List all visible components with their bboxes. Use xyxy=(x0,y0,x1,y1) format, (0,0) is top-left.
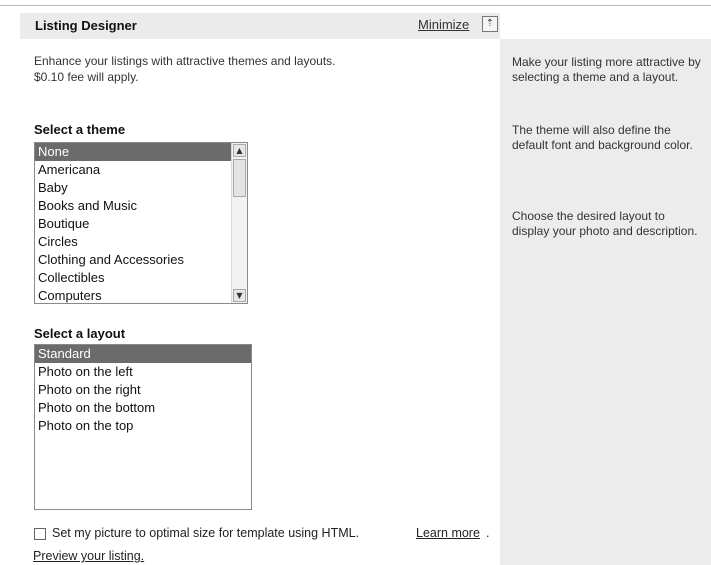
help-layout: Choose the desired layout to display you… xyxy=(512,209,698,238)
minimize-link[interactable]: Minimize xyxy=(418,17,469,32)
scroll-thumb[interactable] xyxy=(233,159,246,197)
top-divider xyxy=(0,5,711,6)
layout-option[interactable]: Photo on the left xyxy=(35,363,251,381)
theme-option[interactable]: Collectibles xyxy=(35,269,247,287)
layout-option[interactable]: Photo on the bottom xyxy=(35,399,251,417)
theme-items: None Americana Baby Books and Music Boutique… xyxy=(35,143,247,303)
optimal-size-label: Set my picture to optimal size for templ… xyxy=(52,526,360,540)
theme-option[interactable]: None xyxy=(35,143,247,161)
layout-label: Select a layout xyxy=(34,326,126,341)
theme-option[interactable]: Circles xyxy=(35,233,247,251)
optimal-size-checkbox[interactable] xyxy=(34,528,46,540)
scroll-up-icon[interactable]: ▲ xyxy=(233,144,246,157)
theme-scrollbar[interactable]: ▲ ▼ xyxy=(231,143,247,303)
listing-designer-panel: Listing Designer Minimize ⇡ Enhance your… xyxy=(0,0,711,565)
panel-title: Listing Designer xyxy=(35,18,137,33)
preview-listing-link[interactable]: Preview your listing. xyxy=(33,549,144,563)
layout-option[interactable]: Photo on the right xyxy=(35,381,251,399)
theme-label: Select a theme xyxy=(34,122,126,137)
scroll-down-icon[interactable]: ▼ xyxy=(233,289,246,302)
theme-option[interactable]: Baby xyxy=(35,179,247,197)
theme-listbox[interactable]: None Americana Baby Books and Music Boutique… xyxy=(34,142,248,304)
collapse-icon[interactable]: ⇡ xyxy=(482,16,498,32)
help-theme-font: The theme will also define the default f… xyxy=(512,123,693,152)
theme-option[interactable]: Clothing and Accessories xyxy=(35,251,247,269)
learn-more-link[interactable]: Learn more xyxy=(416,526,480,540)
learn-more-period: . xyxy=(486,526,490,540)
theme-option[interactable]: Computers xyxy=(35,287,247,303)
panel-header: Listing Designer Minimize ⇡ xyxy=(20,13,500,39)
theme-option[interactable]: Americana xyxy=(35,161,247,179)
intro-text: Enhance your listings with attractive th… xyxy=(34,53,454,85)
intro-line: Enhance your listings with attractive th… xyxy=(34,54,336,68)
layout-listbox[interactable]: Standard Photo on the left Photo on the ri… xyxy=(34,344,252,510)
layout-items: Standard Photo on the left Photo on the ri… xyxy=(35,345,251,435)
help-theme-layout: Make your listing more attractive by sel… xyxy=(512,55,701,84)
fee-note: $0.10 fee will apply. xyxy=(34,70,139,84)
layout-option[interactable]: Photo on the top xyxy=(35,417,251,435)
theme-option[interactable]: Boutique xyxy=(35,215,247,233)
theme-option[interactable]: Books and Music xyxy=(35,197,247,215)
help-sidebar: Make your listing more attractive by sel… xyxy=(500,39,711,565)
layout-option[interactable]: Standard xyxy=(35,345,251,363)
